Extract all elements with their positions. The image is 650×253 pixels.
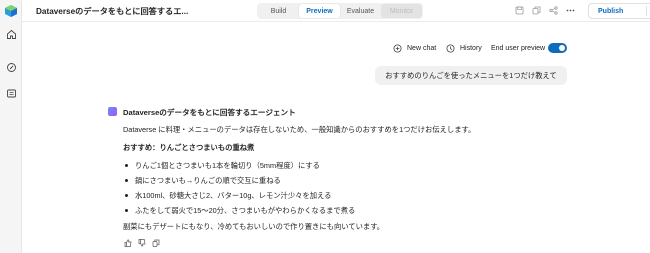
copy-response-icon[interactable]	[151, 238, 160, 247]
history-icon	[446, 44, 455, 52]
share-icon[interactable]	[548, 5, 559, 16]
tab-preview[interactable]: Preview	[299, 4, 340, 18]
new-chat-button[interactable]: New chat	[393, 42, 436, 54]
step-item: ふたをして弱火で15〜20分、さつまいもがやわらかくなるまで煮る	[135, 206, 356, 215]
toolbar-icons	[514, 5, 576, 16]
save-icon[interactable]	[514, 5, 525, 16]
bullet-dot	[125, 194, 128, 197]
agent-avatar-icon	[108, 107, 117, 116]
user-message-bubble: おすすめのりんごを使ったメニューを1つだけ教えて	[375, 66, 567, 85]
tab-group: Build Preview Evaluate Monitor	[257, 3, 423, 19]
tab-monitor: Monitor	[381, 4, 422, 18]
step-item: 水100ml、砂糖大さじ2、バター10g、レモン汁少々を加える	[135, 191, 332, 200]
thumbs-up-icon[interactable]	[123, 238, 132, 247]
publish-button[interactable]: Publish	[588, 3, 650, 19]
agent-name: Dataverseのデータをもとに回答するエージェント	[123, 108, 296, 117]
history-label: History	[460, 44, 482, 52]
tab-evaluate[interactable]: Evaluate	[340, 4, 381, 18]
bullet-dot	[125, 164, 128, 167]
new-chat-label: New chat	[407, 44, 437, 52]
step-item: 鍋にさつまいも→りんごの順で交互に重ねる	[135, 176, 281, 185]
end-user-preview-label: End user preview	[491, 44, 546, 52]
top-bar: Dataverseのデータをもとに回答するエ... Build Preview …	[22, 0, 650, 22]
left-rail	[0, 0, 22, 253]
recommend-heading: おすすめ：りんごとさつまいもの重ね煮	[123, 143, 255, 152]
bullet-dot	[125, 209, 128, 212]
copilot-studio-logo	[5, 5, 17, 17]
thumbs-down-icon[interactable]	[137, 238, 146, 247]
explore-icon[interactable]	[4, 60, 18, 74]
agent-intro: Dataverse に料理・メニューのデータは存在しないため、一般知識からのおす…	[123, 125, 476, 134]
copy-icon[interactable]	[531, 5, 542, 16]
step-item: りんご1個とさつまいも1本を輪切り（5mm程度）にする	[135, 161, 320, 170]
more-icon[interactable]	[565, 5, 576, 16]
agent-title: Dataverseのデータをもとに回答するエ...	[36, 7, 189, 16]
agent-closing: 副菜にもデザートにもなり、冷めてもおいしいので作り置きにも向いています。	[123, 222, 385, 231]
publish-divider	[646, 6, 647, 16]
history-button[interactable]: History	[446, 42, 482, 54]
library-icon[interactable]	[4, 86, 18, 100]
end-user-preview-toggle[interactable]	[548, 43, 567, 53]
bullet-dot	[125, 179, 128, 182]
add-icon	[393, 44, 402, 52]
toggle-knob	[559, 45, 565, 51]
publish-label: Publish	[598, 7, 624, 15]
feedback-actions	[123, 238, 160, 247]
tab-build[interactable]: Build	[258, 4, 299, 18]
home-icon[interactable]	[4, 27, 18, 41]
